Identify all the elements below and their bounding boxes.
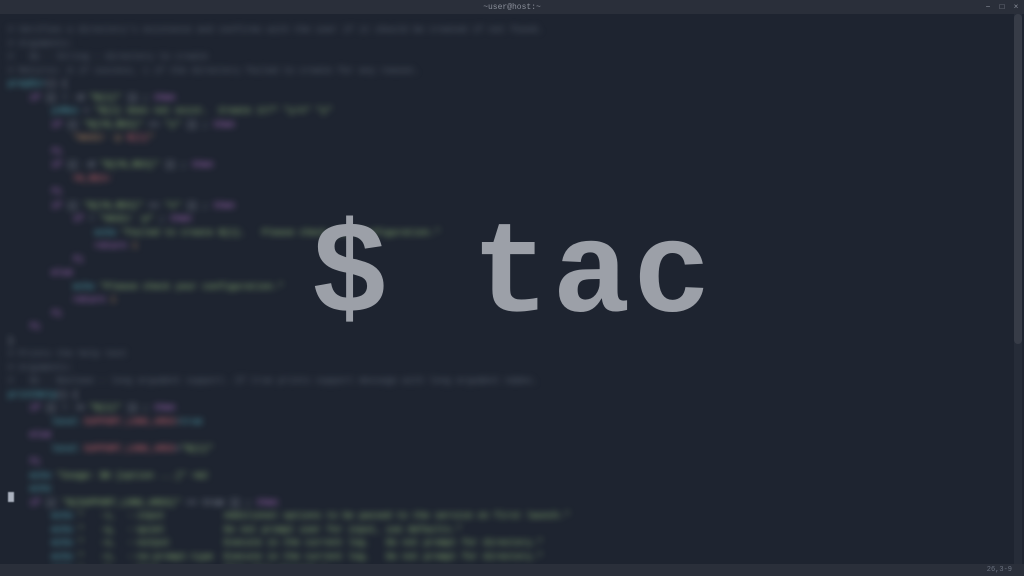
close-icon[interactable]: ×: [1012, 3, 1020, 11]
maximize-icon[interactable]: □: [998, 3, 1006, 11]
code-line: fi: [8, 146, 1016, 160]
code-line: if ! "mkdir -p" ; then: [8, 213, 1016, 227]
code-line: # Verifies a directory's existence and c…: [8, 24, 1016, 38]
code-line: echo " -o, --output Execute in the curre…: [8, 537, 1016, 551]
code-line: }: [8, 335, 1016, 349]
code-line: echo: [8, 483, 1016, 497]
code-line: # $1 - String : directory to create: [8, 51, 1016, 65]
code-line: return 1: [8, 294, 1016, 308]
code-line: fi: [8, 254, 1016, 268]
code-line: if [[ "${SUPPORT_LONG_ARGS}" == true ]] …: [8, 497, 1016, 511]
text-cursor: [8, 492, 14, 502]
code-line: fi: [8, 456, 1016, 470]
statusbar: 26,3-9: [0, 564, 1024, 576]
code-line: prepDir() {: [8, 78, 1016, 92]
code-line: else: [8, 267, 1016, 281]
code-line: # Arguments:: [8, 362, 1016, 376]
code-line: # Returns: 0 if success, 1 if the direct…: [8, 65, 1016, 79]
code-line: # $1 - Boolean : long argument support. …: [8, 375, 1016, 389]
code-line: # Arguments:: [8, 38, 1016, 52]
code-line: fi: [8, 321, 1016, 335]
titlebar-controls: − □ ×: [984, 3, 1020, 11]
code-line: local SUPPORT_LONG_ARGS="${1}": [8, 443, 1016, 457]
code-line: echo " -i, --input Additional options to…: [8, 510, 1016, 524]
scrollbar-thumb[interactable]: [1014, 14, 1022, 344]
code-line: if [[ ! -n "${1}" ]] ; then: [8, 402, 1016, 416]
scrollbar[interactable]: [1014, 14, 1022, 564]
code-line: if [[ ! -d "${1}" ]] ; then: [8, 92, 1016, 106]
cursor-position: 26,3-9: [987, 566, 1012, 574]
code-line: echo " -n, --no-prompt-type Execute in t…: [8, 551, 1016, 565]
code-line: echo "Usage: $0 [option ...]" >&2: [8, 470, 1016, 484]
code-line: local SUPPORT_LONG_ARGS=true: [8, 416, 1016, 430]
editor-area[interactable]: # Verifies a directory's existence and c…: [0, 14, 1024, 564]
code-line: echo "Please check your configuration.": [8, 281, 1016, 295]
terminal-window: ~user@host:~ − □ × # Verifies a director…: [0, 0, 1024, 576]
code-line: # Prints the help text: [8, 348, 1016, 362]
code-line: else: [8, 429, 1016, 443]
code-line: fi: [8, 186, 1016, 200]
code-line: return 1: [8, 240, 1016, 254]
code-line: if [[ "${YN_RES}" == "y" ]] ; then: [8, 119, 1016, 133]
code-line: YN_RES=: [8, 173, 1016, 187]
code-content: # Verifies a directory's existence and c…: [0, 14, 1024, 564]
code-line: echo "Failed to create ${1}. Please chec…: [8, 227, 1016, 241]
code-line: if [[ -d "${YN_RES}" ]] ; then: [8, 159, 1016, 173]
code-line: if [[ "${YN_RES}" == "n" ]] ; then: [8, 200, 1016, 214]
code-line: "mkdir -p ${1}": [8, 132, 1016, 146]
code-line: echo " -q, --quiet Do not prompt user fo…: [8, 524, 1016, 538]
titlebar[interactable]: ~user@host:~ − □ ×: [0, 0, 1024, 14]
code-line: fi: [8, 308, 1016, 322]
code-line: ynRes = "${1} does not exist. Create it?…: [8, 105, 1016, 119]
window-title: ~user@host:~: [483, 3, 541, 12]
minimize-icon[interactable]: −: [984, 3, 992, 11]
code-line: printHelp() {: [8, 389, 1016, 403]
